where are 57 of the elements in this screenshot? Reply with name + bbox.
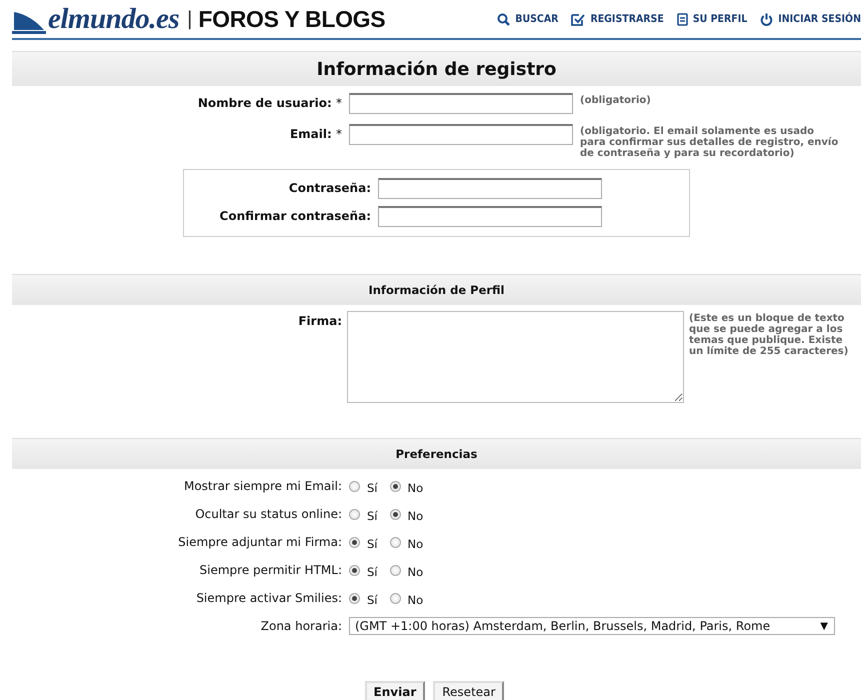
radio-button[interactable] — [349, 508, 360, 520]
radio-button[interactable] — [349, 564, 360, 576]
option-label: Zona horaria: — [260, 619, 342, 633]
option-label: Mostrar siempre mi Email: — [182, 479, 342, 493]
section-title: Información de Perfil — [368, 283, 505, 297]
logo-separator: | — [187, 8, 192, 30]
radio-button[interactable] — [349, 480, 360, 492]
radio-label: Sí — [367, 508, 378, 523]
signature-field[interactable] — [347, 311, 684, 403]
edit-icon — [571, 12, 586, 26]
option-label: Siempre adjuntar mi Firma: — [177, 535, 342, 549]
option-label: Siempre activar Smilies: — [195, 591, 342, 605]
field-label: Firma: — [297, 313, 342, 328]
search-icon — [497, 12, 510, 26]
radio-label: No — [408, 564, 424, 579]
radio-label: No — [408, 592, 424, 607]
radio-label: Sí — [367, 564, 378, 579]
timezone-dropdown[interactable]: (GMT +1:00 horas) Amsterdam, Berlin, Brussels, Madrid, Paris, Rome ▼ — [349, 617, 835, 635]
radio-label: No — [408, 536, 424, 551]
password-field[interactable] — [378, 206, 602, 227]
nav-link[interactable]: INICIAR SESIÓN — [760, 12, 861, 26]
section-title: Preferencias — [396, 447, 478, 461]
site-logo[interactable]: elmundo.es — [48, 4, 180, 34]
radio-label: No — [408, 508, 424, 523]
field-label: Contraseña: — [288, 180, 371, 195]
field-hint: (Este es un bloque de texto que se puede agregar a los temas que publique. Existe un límite de 255 caracteres) — [689, 312, 850, 357]
nav-link[interactable]: SU PERFIL — [676, 12, 748, 26]
sail-logo-icon — [12, 12, 46, 34]
nav-link[interactable]: BUSCAR — [497, 12, 558, 26]
input-field[interactable] — [349, 93, 573, 114]
nav-link[interactable]: REGISTRARSE — [571, 12, 664, 26]
field-label: Email: * — [288, 126, 342, 141]
option-label: Siempre permitir HTML: — [198, 563, 342, 577]
power-icon — [760, 12, 774, 26]
radio-button[interactable] — [349, 536, 360, 548]
section-title: Información de registro — [316, 58, 556, 80]
radio-button[interactable] — [390, 592, 400, 604]
reset-button[interactable]: Resetear — [433, 681, 504, 700]
radio-button[interactable] — [349, 592, 360, 604]
field-label: Confirmar contraseña: — [218, 208, 371, 223]
radio-label: Sí — [367, 536, 378, 551]
field-hint: (obligatorio) — [580, 94, 652, 106]
radio-label: Sí — [367, 480, 378, 495]
input-field[interactable] — [349, 124, 573, 145]
submit-button[interactable]: Enviar — [364, 681, 426, 700]
password-field[interactable] — [378, 178, 602, 199]
radio-button[interactable] — [390, 536, 400, 548]
radio-label: No — [408, 480, 424, 495]
field-label: Nombre de usuario: * — [196, 95, 342, 110]
radio-label: Sí — [367, 592, 378, 607]
radio-button[interactable] — [390, 564, 400, 576]
document-icon — [676, 12, 688, 26]
option-label: Ocultar su status online: — [194, 507, 342, 521]
field-hint: (obligatorio. El email solamente es usado para confirmar sus detalles de registro, envío de contraseña y para su recordatorio) — [580, 125, 840, 159]
radio-button[interactable] — [390, 480, 400, 492]
radio-button[interactable] — [390, 508, 400, 520]
section-title: FOROS Y BLOGS — [198, 6, 386, 32]
